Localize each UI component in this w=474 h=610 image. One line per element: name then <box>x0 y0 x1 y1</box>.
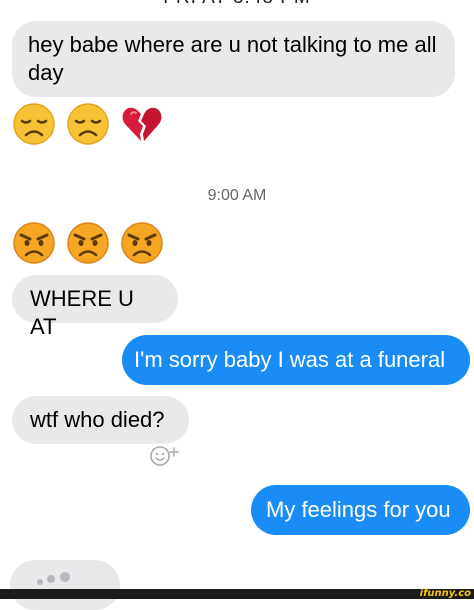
typing-dot <box>47 575 55 583</box>
disappointed-face-emoji <box>67 103 109 145</box>
typing-dot <box>37 579 43 585</box>
received-message-bubble[interactable]: WHERE U AT <box>12 275 178 339</box>
conversation-timestamp: 9:00 AM <box>207 187 267 204</box>
add-reaction-icon[interactable] <box>149 443 191 469</box>
typing-indicator <box>10 560 120 610</box>
broken-heart-emoji <box>121 103 163 145</box>
emoji-message-row[interactable] <box>13 103 163 145</box>
received-message-bubble[interactable]: wtf who died? <box>12 396 189 444</box>
disappointed-face-emoji <box>13 103 55 145</box>
received-message-bubble[interactable]: hey babe where are u not talking to me a… <box>12 21 455 97</box>
watermark-bar <box>0 589 474 599</box>
header-timestamp: FRI AT 3:48 PM <box>0 0 474 9</box>
angry-face-emoji <box>121 222 163 264</box>
angry-face-emoji <box>67 222 109 264</box>
watermark-logo: ifunny.co <box>419 588 471 599</box>
emoji-message-row[interactable] <box>13 222 163 264</box>
sent-message-bubble[interactable]: I'm sorry baby I was at a funeral <box>122 335 470 385</box>
angry-face-emoji <box>13 222 55 264</box>
typing-dot <box>60 572 70 582</box>
sent-message-bubble[interactable]: My feelings for you <box>251 485 470 535</box>
